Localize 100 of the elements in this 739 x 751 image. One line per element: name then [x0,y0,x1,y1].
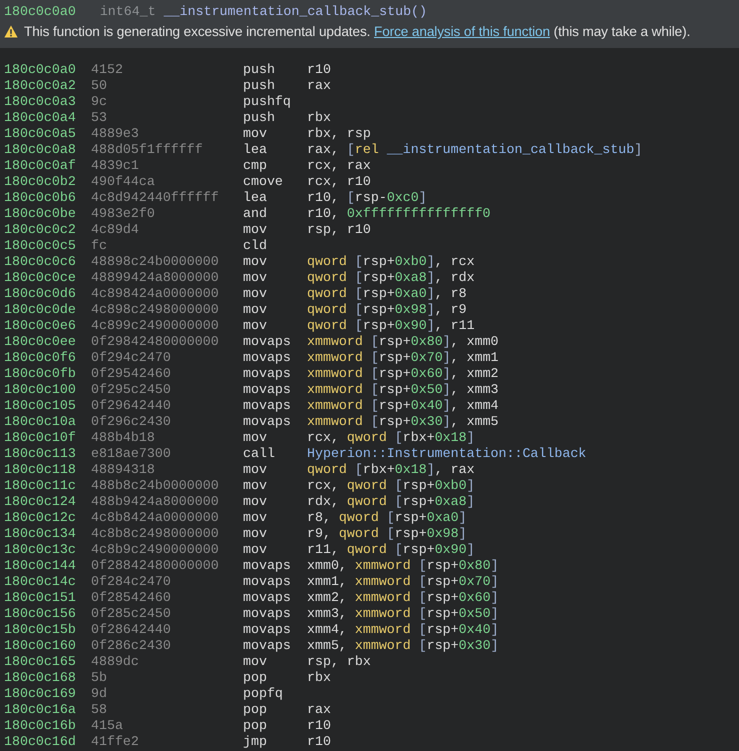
function-address: 180c0c0a0 [4,4,76,19]
instruction-bytes: 4c8b8424a0000000 [91,510,220,526]
instruction-bytes: 4c898424a0000000 [91,286,220,302]
operands: xmmword [rsp+0x40], xmm4 [307,398,499,414]
instruction-address: 180c0c134 [4,526,77,542]
mnemonic: mov [243,302,268,318]
instruction-address: 180c0c0c5 [4,238,77,254]
mnemonic: pop [243,670,268,686]
operands: rbx [307,670,331,686]
instruction-address: 180c0c0e6 [4,318,77,334]
mnemonic: mov [243,526,268,542]
mnemonic: movaps [243,590,292,606]
operands: rax [307,702,331,718]
instruction-address: 180c0c0de [4,302,77,318]
mnemonic: mov [243,510,268,526]
mnemonic: mov [243,222,268,238]
instruction-bytes: 4839c1 [91,158,140,174]
mnemonic: push [243,78,276,94]
mnemonic: movaps [243,414,292,430]
mnemonic: movaps [243,558,292,574]
mnemonic: cmp [243,158,268,174]
instruction-bytes: 0f28542460 [91,590,172,606]
mnemonic: call [243,446,276,462]
operands: rdx, qword [rsp+0xa8] [307,494,475,510]
instruction-bytes: 488b9424a8000000 [91,494,220,510]
instruction-bytes: 0f29642440 [91,398,172,414]
operands: rcx, qword [rbx+0x18] [307,430,475,446]
instruction-address: 180c0c156 [4,606,77,622]
mnemonic: mov [243,126,268,142]
instruction-bytes: 5b [91,670,108,686]
instruction-address: 180c0c100 [4,382,77,398]
instruction-bytes: 488d05f1ffffff [91,142,204,158]
instruction-address: 180c0c0c2 [4,222,77,238]
operands: qword [rsp+0x90], r11 [307,318,475,334]
instruction-address: 180c0c113 [4,446,77,462]
instruction-bytes: 0f29842480000000 [91,334,220,350]
operands: xmm5, xmmword [rsp+0x30] [307,638,499,654]
instruction-bytes: 58 [91,702,108,718]
mnemonic: movaps [243,622,292,638]
instruction-bytes: fc [91,238,108,254]
instruction-bytes: 0f28642440 [91,622,172,638]
operands: r10 [307,62,331,78]
mnemonic: mov [243,318,268,334]
mnemonic: jmp [243,734,268,750]
instruction-bytes: 0f285c2450 [91,606,172,622]
mnemonic: movaps [243,350,292,366]
instruction-address: 180c0c0af [4,158,77,174]
instruction-address: 180c0c14c [4,574,77,590]
operands: r10, 0xfffffffffffffff0 [307,206,491,222]
instruction-address: 180c0c15b [4,622,77,638]
instruction-address: 180c0c0a0 [4,62,77,78]
instruction-bytes: 4c8b9c2490000000 [91,542,220,558]
mnemonic: mov [243,478,268,494]
operands: rbx [307,110,331,126]
instruction-bytes: 4c8b8c2498000000 [91,526,220,542]
instruction-bytes: 0f294c2470 [91,350,172,366]
instruction-bytes: 53 [91,110,108,126]
mnemonic: mov [243,654,268,670]
operands: qword [rbx+0x18], rax [307,462,475,478]
instruction-address: 180c0c10f [4,430,77,446]
instruction-address: 180c0c12c [4,510,77,526]
mnemonic: push [243,62,276,78]
instruction-address: 180c0c0c6 [4,254,77,270]
instruction-address: 180c0c16b [4,718,77,734]
instruction-address: 180c0c16a [4,702,77,718]
mnemonic: lea [243,190,268,206]
instruction-address: 180c0c124 [4,494,77,510]
instruction-bytes: 48899424a8000000 [91,270,220,286]
mnemonic: mov [243,430,268,446]
mnemonic: movaps [243,334,292,350]
instruction-address: 180c0c168 [4,670,77,686]
operands: xmm3, xmmword [rsp+0x50] [307,606,499,622]
mnemonic: mov [243,270,268,286]
instruction-bytes: 9c [91,94,108,110]
mnemonic: cmove [243,174,284,190]
instruction-address: 180c0c0a2 [4,78,77,94]
instruction-address: 180c0c0a5 [4,126,77,142]
instruction-address: 180c0c0a4 [4,110,77,126]
mnemonic: pop [243,718,268,734]
instruction-address: 180c0c16d [4,734,77,750]
instruction-bytes: 0f296c2430 [91,414,172,430]
instruction-bytes: 415a [91,718,124,734]
instruction-bytes: 41ffe2 [91,734,140,750]
mnemonic: mov [243,462,268,478]
instruction-bytes: 4889e3 [91,126,140,142]
instruction-address: 180c0c0a8 [4,142,77,158]
instruction-address: 180c0c105 [4,398,77,414]
instruction-bytes: 48898c24b0000000 [91,254,220,270]
operands: rcx, rax [307,158,371,174]
instruction-bytes: 488b8c24b0000000 [91,478,220,494]
instruction-address: 180c0c0b2 [4,174,77,190]
mnemonic: mov [243,494,268,510]
operands: qword [rsp+0x98], r9 [307,302,467,318]
mnemonic: popfq [243,686,284,702]
mnemonic: movaps [243,366,292,382]
instruction-address: 180c0c10a [4,414,77,430]
mnemonic: and [243,206,268,222]
force-analysis-link[interactable]: Force analysis of this function [374,24,550,39]
instruction-bytes: 490f44ca [91,174,156,190]
mnemonic: movaps [243,638,292,654]
